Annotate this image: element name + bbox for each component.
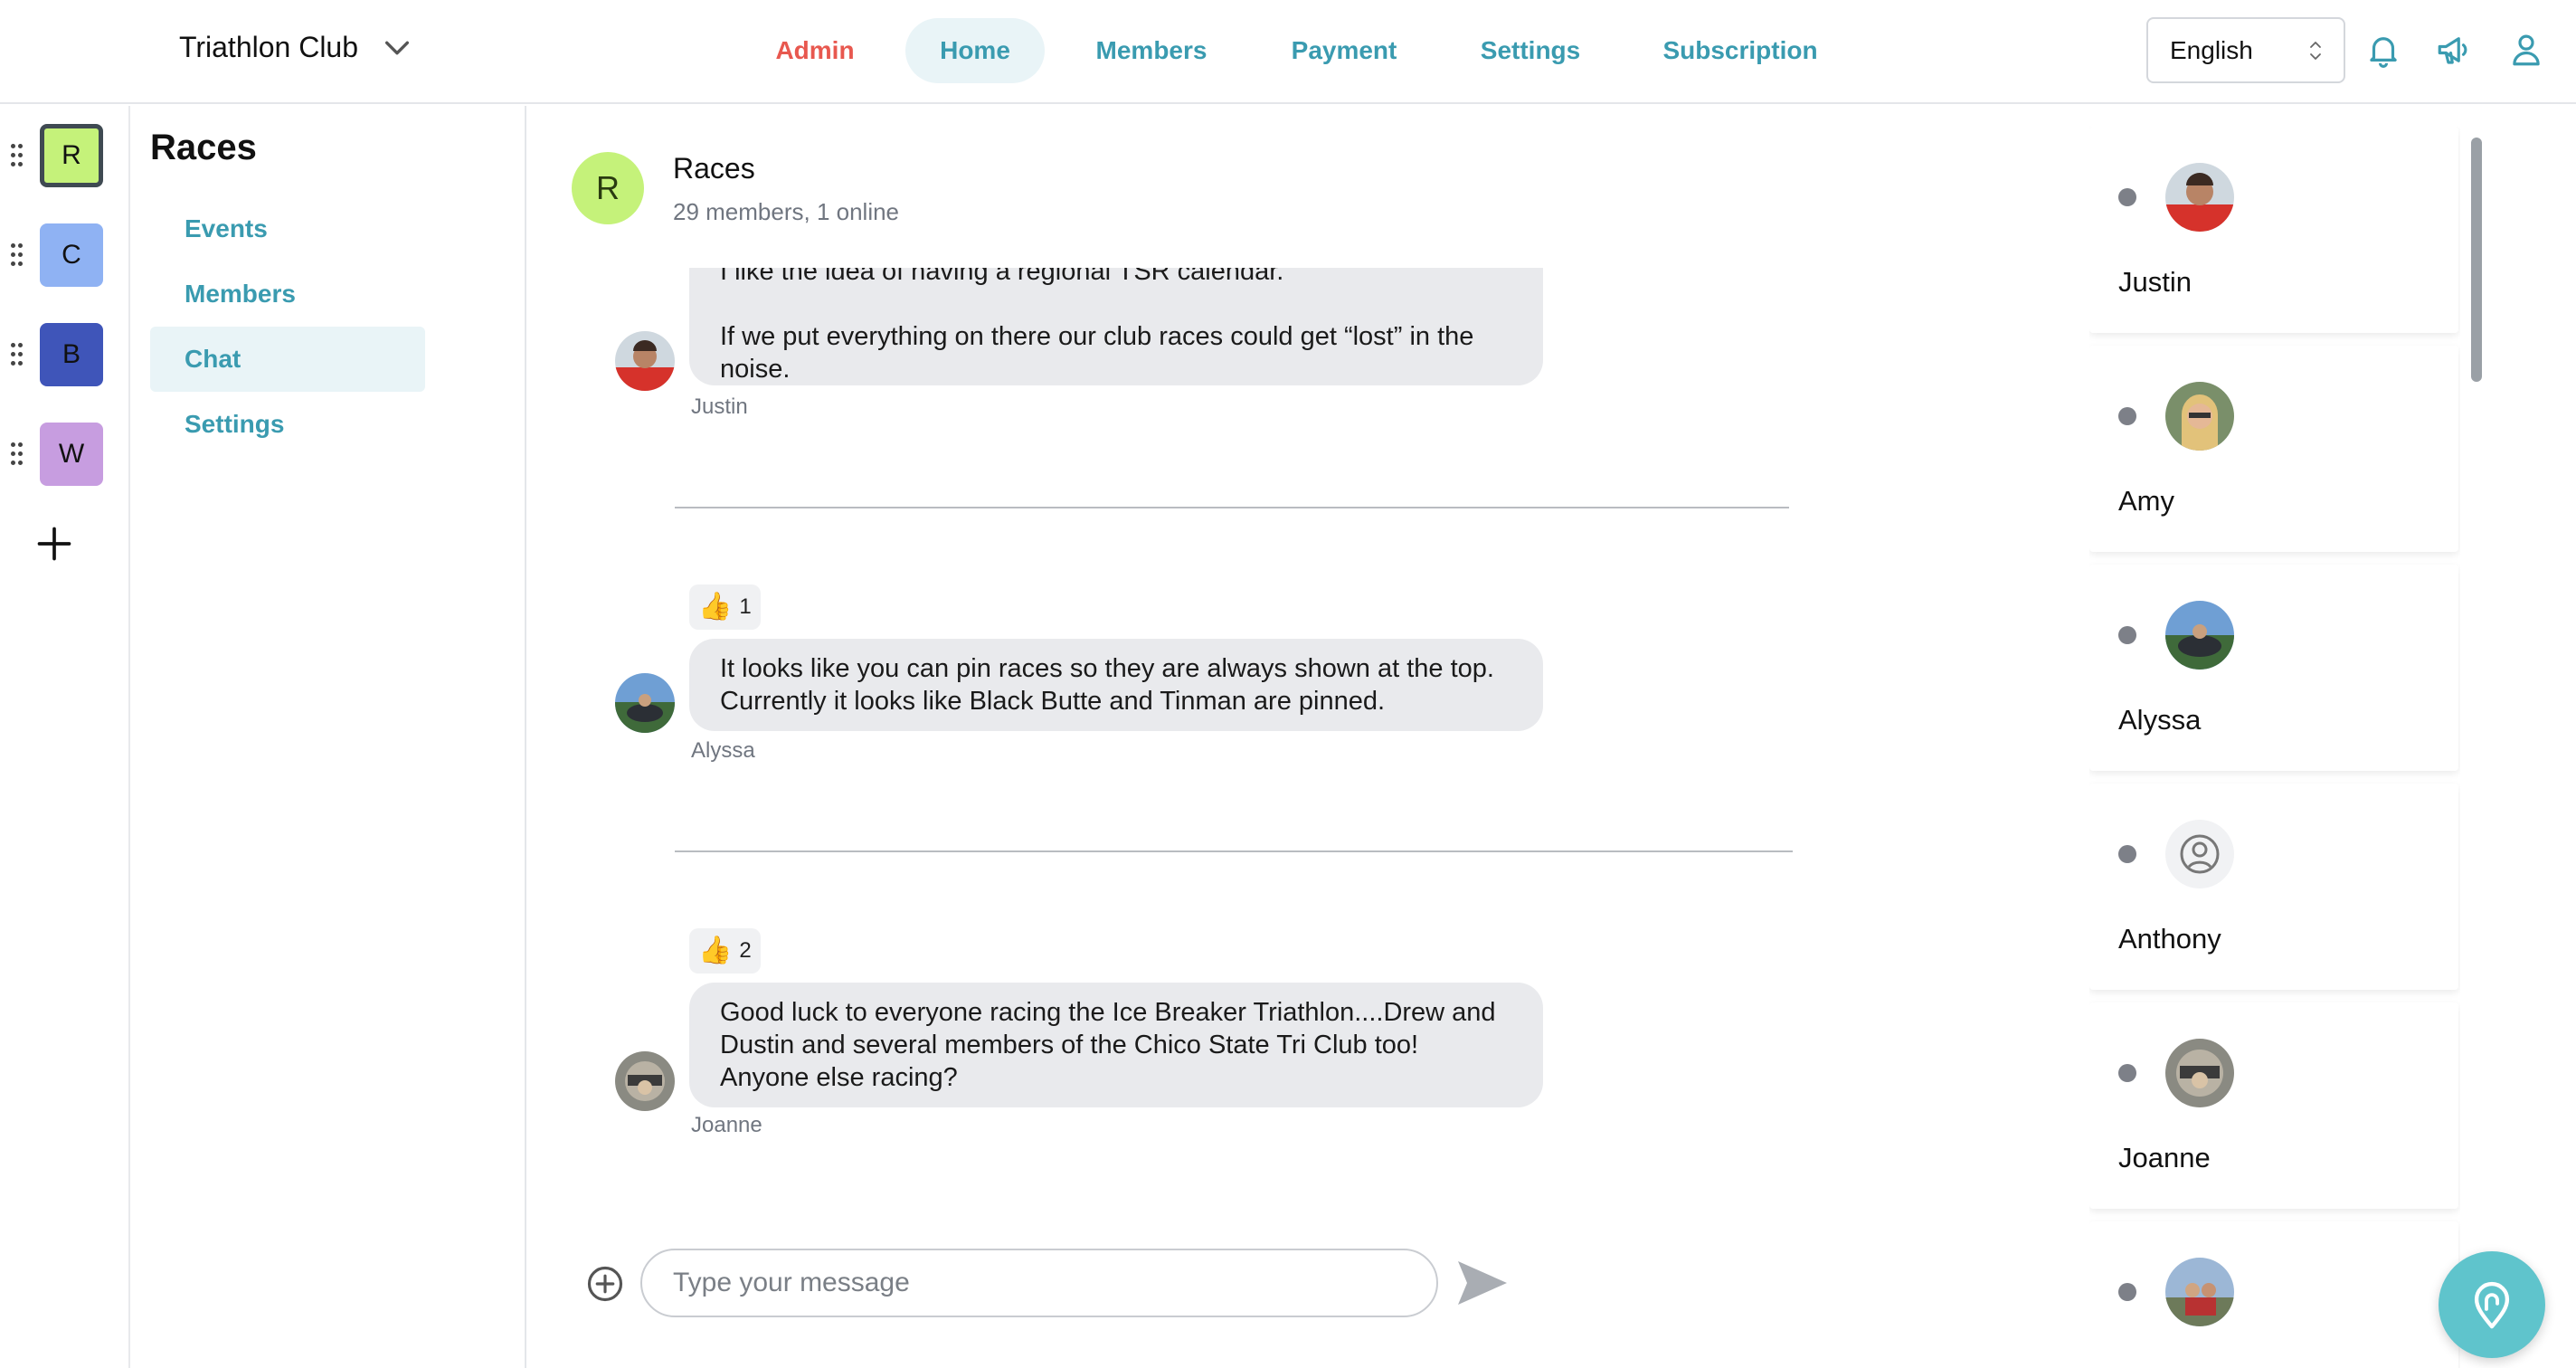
select-updown-icon [2310,42,2321,60]
nav-settings[interactable]: Settings [1467,18,1594,83]
group-tile[interactable]: W [40,423,103,486]
thumbs-up-icon: 👍 [698,592,733,622]
member-card[interactable]: Anthony [2089,784,2458,990]
nav-admin[interactable]: Admin [760,18,870,83]
member-name: Joanne [2118,1142,2211,1173]
drag-handle-icon[interactable] [11,343,24,366]
status-dot [2118,1283,2136,1301]
message-divider [675,850,1793,852]
chevron-down-icon [384,41,410,54]
message-sender: Joanne [691,1113,762,1137]
group-title: Races [150,128,257,167]
drag-handle-icon[interactable] [11,442,24,466]
nav-subscription[interactable]: Subscription [1653,18,1827,83]
top-bar: Triathlon Club Admin Home Members Paymen… [0,0,2576,104]
status-dot [2118,1064,2136,1082]
nav-members[interactable]: Members [1082,18,1221,83]
rail-group-c: C [0,223,130,296]
chat-member-count: 29 members, 1 online [673,198,900,225]
member-card[interactable]: Alyssa [2089,565,2458,771]
member-card[interactable]: Justin [2089,127,2458,333]
group-sidebar: Races Events Members Chat Settings [132,106,526,1368]
member-card[interactable]: Amy [2089,346,2458,552]
group-link-members[interactable]: Members [150,261,425,327]
group-link-chat[interactable]: Chat [150,327,425,392]
member-name: Anthony [2118,923,2221,955]
reaction-chip[interactable]: 👍 2 [689,928,761,974]
avatar[interactable] [615,331,675,391]
group-link-events[interactable]: Events [150,196,425,261]
chat-title: Races [673,152,755,185]
member-name: Amy [2118,485,2174,517]
reaction-count: 2 [739,938,752,963]
status-dot [2118,626,2136,644]
avatar [2165,1258,2234,1326]
group-tile[interactable]: C [40,223,103,287]
user-icon[interactable] [2507,31,2545,69]
nav-home[interactable]: Home [905,18,1045,83]
club-name: Triathlon Club [179,31,359,63]
language-select[interactable]: English [2146,17,2345,83]
bell-icon[interactable] [2364,31,2402,69]
help-button[interactable] [2439,1251,2545,1358]
message-text-cutoff: I like the idea of having a regional TSR… [720,268,1284,286]
member-name: Justin [2118,266,2192,298]
default-avatar-icon [2165,820,2234,888]
message-text: If we put everything on there our club r… [720,322,1474,384]
megaphone-icon[interactable] [2435,31,2473,69]
message-text: Good luck to everyone racing the Ice Bre… [720,998,1496,1092]
status-dot [2118,188,2136,206]
rail-group-b: B [0,323,130,395]
group-tile[interactable]: R [40,124,103,187]
message-input[interactable] [640,1249,1438,1317]
nav-payment[interactable]: Payment [1277,18,1411,83]
drag-handle-icon[interactable] [11,144,24,167]
avatar [2165,163,2234,232]
message-bubble: I like the idea of having a regional TSR… [689,268,1543,385]
help-location-icon [2474,1281,2510,1329]
club-switcher[interactable]: Triathlon Club [179,31,412,64]
scrollbar-thumb[interactable] [2471,138,2482,382]
group-link-settings[interactable]: Settings [150,392,425,457]
send-icon[interactable] [1456,1259,1509,1306]
group-rail: R C B W [0,106,130,1368]
avatar[interactable] [615,673,675,733]
message-text: It looks like you can pin races so they … [720,654,1494,716]
rail-group-r: R [0,124,130,196]
message-divider [675,507,1789,508]
rail-group-w: W [0,423,130,495]
message-sender: Justin [691,394,748,419]
avatar [2165,382,2234,451]
member-list[interactable]: Justin Amy Alyssa Anthony Joanne [2089,127,2460,1368]
thumbs-up-icon: 👍 [698,936,733,965]
group-tile[interactable]: B [40,323,103,386]
message-list[interactable]: I like the idea of having a regional TSR… [528,268,2066,1191]
drag-handle-icon[interactable] [11,243,24,267]
plus-icon[interactable] [34,524,74,564]
language-value: English [2170,36,2253,64]
status-dot [2118,407,2136,425]
reaction-chip[interactable]: 👍 1 [689,584,761,630]
member-name: Alyssa [2118,704,2202,736]
message-bubble: Good luck to everyone racing the Ice Bre… [689,983,1543,1107]
status-dot [2118,845,2136,863]
message-sender: Alyssa [691,738,755,763]
member-card[interactable]: Joanne [2089,1002,2458,1209]
avatar [2165,1039,2234,1107]
member-card[interactable] [2089,1221,2458,1368]
avatar[interactable] [615,1051,675,1111]
reaction-count: 1 [739,594,752,619]
message-bubble: It looks like you can pin races so they … [689,639,1543,731]
avatar [2165,601,2234,670]
add-attachment-icon[interactable] [586,1265,624,1303]
chat-avatar: R [572,152,644,224]
